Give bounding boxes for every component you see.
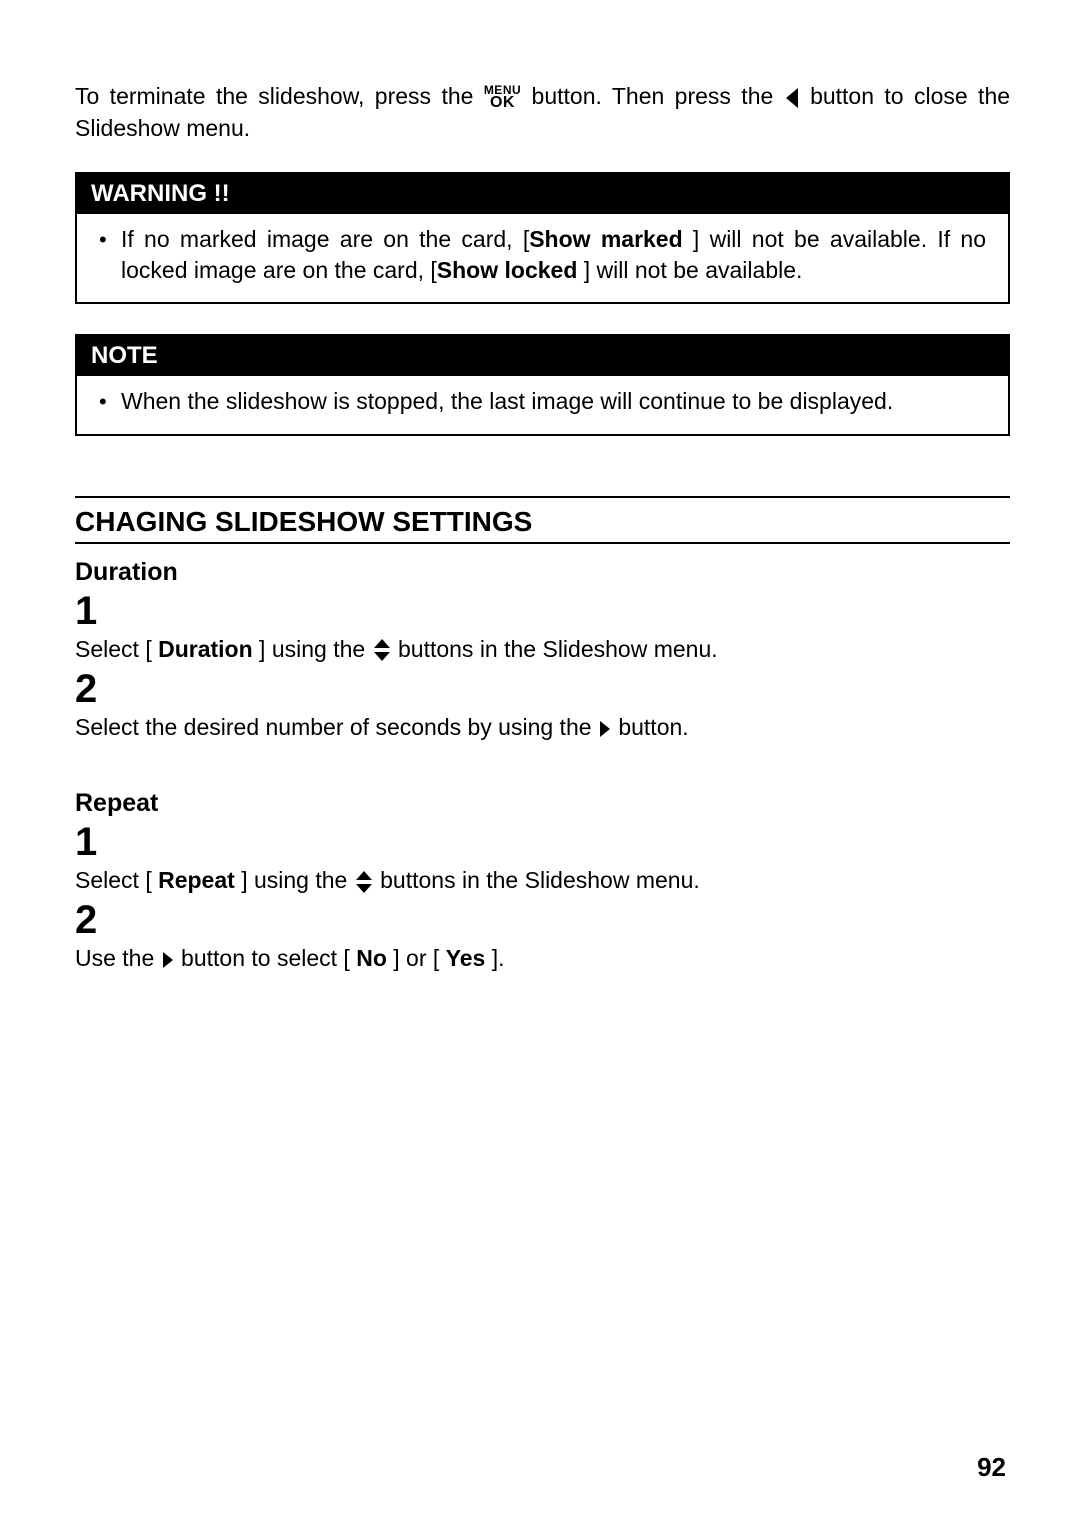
warning-bullet: If no marked image are on the card, [Sho… [99, 224, 986, 286]
intro-text-2: button. Then press the [532, 83, 774, 109]
duration-1-mid: ] using the [253, 636, 372, 662]
bullet-icon [99, 224, 121, 286]
duration-1-post: buttons in the Slideshow menu. [392, 636, 718, 662]
repeat-1-pre: Select [ [75, 867, 158, 893]
repeat-1-bold: Repeat [158, 867, 235, 893]
repeat-1-post: buttons in the Slideshow menu. [374, 867, 700, 893]
note-box: NOTE When the slideshow is stopped, the … [75, 334, 1010, 435]
duration-step-2-text: Select the desired number of seconds by … [75, 711, 1010, 743]
menu-ok-icon-ok: OK [484, 96, 521, 110]
note-header: NOTE [77, 336, 1008, 376]
repeat-2-no: No [356, 945, 387, 971]
intro-text-1: To terminate the slideshow, press the [75, 83, 473, 109]
warning-header: WARNING !! [77, 174, 1008, 214]
repeat-step-2-text: Use the button to select [ No ] or [ Yes… [75, 942, 1010, 974]
section-title: CHAGING SLIDESHOW SETTINGS [75, 498, 1010, 542]
duration-heading: Duration [75, 558, 1010, 587]
duration-step-1-text: Select [ Duration ] using the buttons in… [75, 633, 1010, 665]
repeat-step-2-number: 2 [75, 900, 1010, 940]
repeat-1-mid: ] using the [235, 867, 354, 893]
intro-paragraph: To terminate the slideshow, press the ME… [75, 80, 1010, 144]
repeat-step-1-number: 1 [75, 822, 1010, 862]
repeat-2-mid: button to select [ [175, 945, 357, 971]
warning-show-locked: Show locked [437, 257, 578, 283]
triangle-right-icon [161, 950, 175, 970]
repeat-2-pre: Use the [75, 945, 161, 971]
triangle-right-icon [598, 719, 612, 739]
warning-text-pre: If no marked image are on the card, [ [121, 226, 529, 252]
duration-2-pre: Select the desired number of seconds by … [75, 714, 598, 740]
note-bullet: When the slideshow is stopped, the last … [99, 386, 986, 417]
warning-text: If no marked image are on the card, [Sho… [121, 224, 986, 286]
page-number: 92 [977, 1452, 1006, 1483]
warning-text-post: ] will not be available. [577, 257, 802, 283]
note-text: When the slideshow is stopped, the last … [121, 386, 986, 417]
duration-2-post: button. [612, 714, 689, 740]
up-down-arrow-icon [372, 638, 392, 662]
repeat-step-1-text: Select [ Repeat ] using the buttons in t… [75, 864, 1010, 896]
duration-step-2-number: 2 [75, 669, 1010, 709]
warning-body: If no marked image are on the card, [Sho… [77, 214, 1008, 302]
warning-show-marked: Show marked [529, 226, 682, 252]
bullet-icon [99, 386, 121, 417]
duration-1-bold: Duration [158, 636, 253, 662]
repeat-heading: Repeat [75, 789, 1010, 818]
up-down-arrow-icon [354, 870, 374, 894]
repeat-2-yes: Yes [446, 945, 486, 971]
manual-page: To terminate the slideshow, press the ME… [0, 0, 1080, 1527]
duration-step-1-number: 1 [75, 591, 1010, 631]
repeat-2-post: ]. [485, 945, 504, 971]
menu-ok-icon: MENU OK [484, 85, 521, 110]
section-rule-bottom [75, 542, 1010, 544]
warning-box: WARNING !! If no marked image are on the… [75, 172, 1010, 304]
duration-1-pre: Select [ [75, 636, 158, 662]
note-body: When the slideshow is stopped, the last … [77, 376, 1008, 433]
repeat-2-or: ] or [ [387, 945, 446, 971]
triangle-left-icon [784, 86, 800, 110]
